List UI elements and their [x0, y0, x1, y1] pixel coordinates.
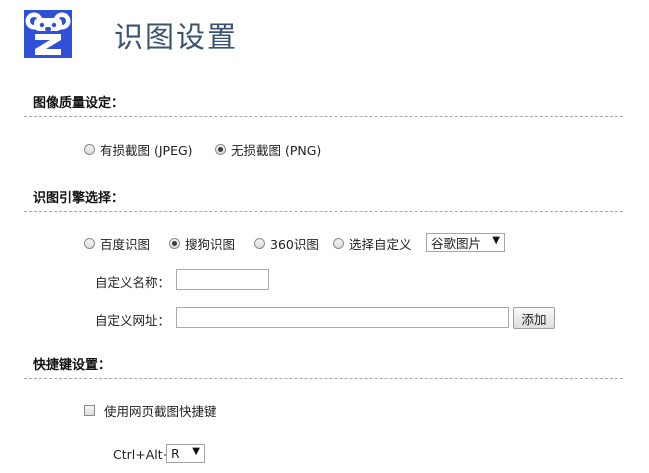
360-radio-option[interactable]: 360识图 [254, 234, 319, 253]
dropdown-arrow-icon: ▼ [492, 235, 500, 246]
koala-z-logo-icon [24, 10, 72, 58]
custom-radio-label: 选择自定义 [349, 237, 412, 252]
shortcut-checkbox[interactable] [84, 405, 95, 416]
shortcut-checkbox-label: 使用网页截图快捷键 [104, 404, 217, 419]
custom-name-input[interactable] [176, 269, 269, 290]
engine-preset-value: 谷歌图片 [431, 236, 482, 251]
custom-name-label: 自定义名称： [95, 275, 171, 290]
png-radio-option[interactable]: 无损截图 (PNG) [215, 140, 321, 159]
baidu-radio-option[interactable]: 百度识图 [84, 234, 150, 253]
sogou-radio-label: 搜狗识图 [185, 237, 236, 252]
engine-section-title: 识图引擎选择： [33, 191, 125, 206]
jpeg-radio-label: 有损截图 (JPEG) [100, 143, 193, 158]
section-divider [24, 116, 623, 117]
shortcut-section-title: 快捷键设置： [33, 358, 112, 373]
engine-preset-select[interactable]: 谷歌图片 ▼ [426, 233, 505, 252]
shortcut-key-value: R [171, 446, 180, 461]
custom-radio-option[interactable]: 选择自定义 [333, 234, 412, 253]
baidu-radio-label: 百度识图 [100, 237, 151, 252]
sogou-radio[interactable] [169, 238, 180, 249]
baidu-radio[interactable] [84, 238, 95, 249]
jpeg-radio-option[interactable]: 有损截图 (JPEG) [84, 140, 193, 159]
360-radio-label: 360识图 [270, 237, 319, 252]
custom-url-label: 自定义网址： [95, 313, 171, 328]
360-radio[interactable] [254, 238, 265, 249]
jpeg-radio[interactable] [84, 144, 95, 155]
custom-url-input[interactable] [176, 307, 509, 328]
dropdown-arrow-icon: ▼ [192, 446, 200, 457]
section-divider [24, 211, 623, 212]
sogou-radio-option[interactable]: 搜狗识图 [169, 234, 235, 253]
png-radio[interactable] [215, 144, 226, 155]
page-title: 识图设置 [114, 20, 239, 54]
png-radio-label: 无损截图 (PNG) [231, 143, 322, 158]
shortcut-checkbox-option[interactable]: 使用网页截图快捷键 [84, 401, 217, 420]
shortcut-key-select[interactable]: R ▼ [166, 444, 205, 463]
shortcut-prefix-label: Ctrl+Alt+ [113, 447, 174, 462]
custom-radio[interactable] [333, 238, 344, 249]
image-quality-section-title: 图像质量设定： [33, 96, 125, 111]
add-button[interactable]: 添加 [513, 307, 555, 329]
section-divider [24, 378, 623, 379]
